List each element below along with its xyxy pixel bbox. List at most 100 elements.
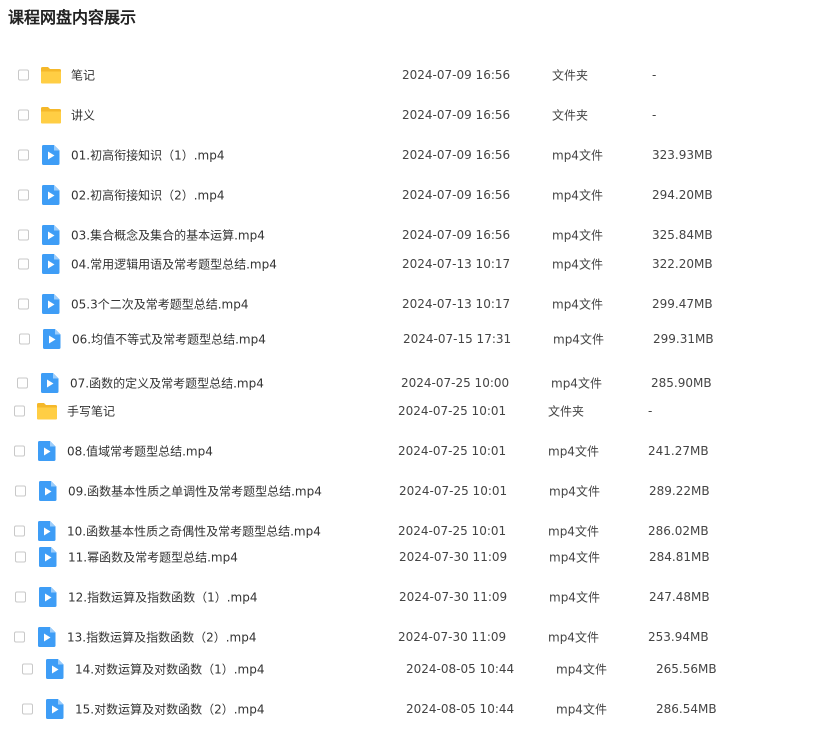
video-file-icon — [39, 547, 61, 568]
select-checkbox[interactable] — [18, 229, 29, 241]
file-row[interactable]: 笔记 2024-07-09 16:56 文件夹 - — [0, 62, 833, 88]
file-name[interactable]: 03.集合概念及集合的基本运算.mp4 — [71, 227, 265, 244]
file-size: - — [648, 404, 653, 418]
select-checkbox[interactable] — [18, 298, 29, 310]
select-checkbox[interactable] — [18, 189, 29, 201]
video-file-icon — [43, 329, 65, 350]
file-date: 2024-07-25 10:01 — [398, 444, 507, 458]
folder-icon — [40, 65, 62, 85]
file-name[interactable]: 讲义 — [71, 107, 95, 124]
file-row[interactable]: 02.初高衔接知识（2）.mp4 2024-07-09 16:56 mp4文件 294… — [0, 182, 833, 208]
file-name[interactable]: 08.值域常考题型总结.mp4 — [67, 443, 213, 460]
file-name[interactable]: 12.指数运算及指数函数（1）.mp4 — [68, 589, 257, 606]
video-file-icon — [41, 373, 63, 394]
file-date: 2024-07-09 16:56 — [402, 148, 511, 162]
file-name[interactable]: 10.函数基本性质之奇偶性及常考题型总结.mp4 — [67, 523, 321, 540]
file-row[interactable]: 01.初高衔接知识（1）.mp4 2024-07-09 16:56 mp4文件 323… — [0, 142, 833, 168]
file-row[interactable]: 09.函数基本性质之单调性及常考题型总结.mp4 2024-07-25 10:01… — [0, 478, 833, 504]
file-row[interactable]: 12.指数运算及指数函数（1）.mp4 2024-07-30 11:09 mp4文件… — [0, 584, 833, 610]
file-type: mp4文件 — [552, 228, 603, 243]
select-checkbox[interactable] — [15, 551, 26, 563]
file-type: mp4文件 — [552, 188, 603, 203]
file-row[interactable]: 14.对数运算及对数函数（1）.mp4 2024-08-05 10:44 mp4文件… — [0, 656, 833, 682]
file-name[interactable]: 11.幂函数及常考题型总结.mp4 — [68, 549, 238, 566]
file-type: mp4文件 — [552, 257, 603, 272]
select-checkbox[interactable] — [15, 591, 26, 603]
file-type: 文件夹 — [552, 108, 589, 123]
file-row[interactable]: 06.均值不等式及常考题型总结.mp4 2024-07-15 17:31 mp4文件… — [0, 326, 833, 352]
file-row[interactable]: 08.值域常考题型总结.mp4 2024-07-25 10:01 mp4文件 241.… — [0, 438, 833, 464]
file-type: mp4文件 — [553, 332, 604, 347]
video-file-icon — [42, 185, 64, 206]
video-file-icon — [42, 145, 64, 166]
file-name[interactable]: 14.对数运算及对数函数（1）.mp4 — [75, 661, 264, 678]
file-date: 2024-07-13 10:17 — [402, 297, 511, 311]
file-date: 2024-07-09 16:56 — [402, 108, 511, 122]
file-name[interactable]: 07.函数的定义及常考题型总结.mp4 — [70, 375, 264, 392]
select-checkbox[interactable] — [22, 703, 33, 715]
file-row[interactable]: 05.3个二次及常考题型总结.mp4 2024-07-13 10:17 mp4文件 2… — [0, 291, 833, 317]
file-type: mp4文件 — [556, 662, 607, 677]
file-row[interactable]: 15.对数运算及对数函数（2）.mp4 2024-08-05 10:44 mp4文件… — [0, 696, 833, 722]
video-file-icon — [42, 254, 64, 275]
video-file-icon — [46, 699, 68, 720]
file-name[interactable]: 手写笔记 — [67, 403, 115, 420]
file-date: 2024-07-25 10:01 — [399, 484, 508, 498]
file-name[interactable]: 09.函数基本性质之单调性及常考题型总结.mp4 — [68, 483, 322, 500]
select-checkbox[interactable] — [14, 405, 25, 417]
file-name[interactable]: 01.初高衔接知识（1）.mp4 — [71, 147, 224, 164]
file-name[interactable]: 04.常用逻辑用语及常考题型总结.mp4 — [71, 256, 277, 273]
file-name[interactable]: 05.3个二次及常考题型总结.mp4 — [71, 296, 248, 313]
select-checkbox[interactable] — [22, 663, 33, 675]
file-date: 2024-07-25 10:01 — [398, 524, 507, 538]
file-size: - — [652, 108, 657, 122]
file-size: - — [652, 68, 657, 82]
file-name[interactable]: 15.对数运算及对数函数（2）.mp4 — [75, 701, 264, 718]
file-name[interactable]: 06.均值不等式及常考题型总结.mp4 — [72, 331, 266, 348]
file-date: 2024-08-05 10:44 — [406, 702, 515, 716]
file-row[interactable]: 13.指数运算及指数函数（2）.mp4 2024-07-30 11:09 mp4文件… — [0, 624, 833, 650]
file-date: 2024-07-09 16:56 — [402, 68, 511, 82]
file-type: mp4文件 — [548, 630, 599, 645]
file-size: 284.81MB — [649, 550, 710, 564]
file-date: 2024-07-30 11:09 — [399, 590, 508, 604]
file-date: 2024-07-30 11:09 — [398, 630, 507, 644]
select-checkbox[interactable] — [14, 631, 25, 643]
select-checkbox[interactable] — [15, 485, 26, 497]
file-row[interactable]: 07.函数的定义及常考题型总结.mp4 2024-07-25 10:00 mp4文件… — [0, 370, 833, 396]
file-row[interactable]: 11.幂函数及常考题型总结.mp4 2024-07-30 11:09 mp4文件 28… — [0, 544, 833, 570]
file-row[interactable]: 手写笔记 2024-07-25 10:01 文件夹 - — [0, 398, 833, 424]
file-date: 2024-07-13 10:17 — [402, 257, 511, 271]
file-size: 299.47MB — [652, 297, 713, 311]
file-size: 323.93MB — [652, 148, 713, 162]
file-size: 241.27MB — [648, 444, 709, 458]
select-checkbox[interactable] — [18, 69, 29, 81]
select-checkbox[interactable] — [17, 377, 28, 389]
file-row[interactable]: 10.函数基本性质之奇偶性及常考题型总结.mp4 2024-07-25 10:01… — [0, 518, 833, 544]
file-size: 325.84MB — [652, 228, 713, 242]
video-file-icon — [46, 659, 68, 680]
file-type: mp4文件 — [556, 702, 607, 717]
file-type: mp4文件 — [549, 484, 600, 499]
select-checkbox[interactable] — [14, 525, 25, 537]
select-checkbox[interactable] — [18, 109, 29, 121]
file-name[interactable]: 02.初高衔接知识（2）.mp4 — [71, 187, 224, 204]
select-checkbox[interactable] — [18, 258, 29, 270]
file-type: mp4文件 — [548, 444, 599, 459]
select-checkbox[interactable] — [18, 149, 29, 161]
file-date: 2024-07-15 17:31 — [403, 332, 512, 346]
file-size: 286.02MB — [648, 524, 709, 538]
file-size: 286.54MB — [656, 702, 717, 716]
file-type: mp4文件 — [551, 376, 602, 391]
file-row[interactable]: 03.集合概念及集合的基本运算.mp4 2024-07-09 16:56 mp4文件… — [0, 222, 833, 248]
file-row[interactable]: 讲义 2024-07-09 16:56 文件夹 - — [0, 102, 833, 128]
file-name[interactable]: 笔记 — [71, 67, 95, 84]
file-type: mp4文件 — [552, 297, 603, 312]
file-name[interactable]: 13.指数运算及指数函数（2）.mp4 — [67, 629, 256, 646]
video-file-icon — [42, 225, 64, 246]
file-size: 285.90MB — [651, 376, 712, 390]
select-checkbox[interactable] — [19, 333, 30, 345]
file-row[interactable]: 04.常用逻辑用语及常考题型总结.mp4 2024-07-13 10:17 mp4文… — [0, 251, 833, 277]
select-checkbox[interactable] — [14, 445, 25, 457]
file-type: mp4文件 — [552, 148, 603, 163]
